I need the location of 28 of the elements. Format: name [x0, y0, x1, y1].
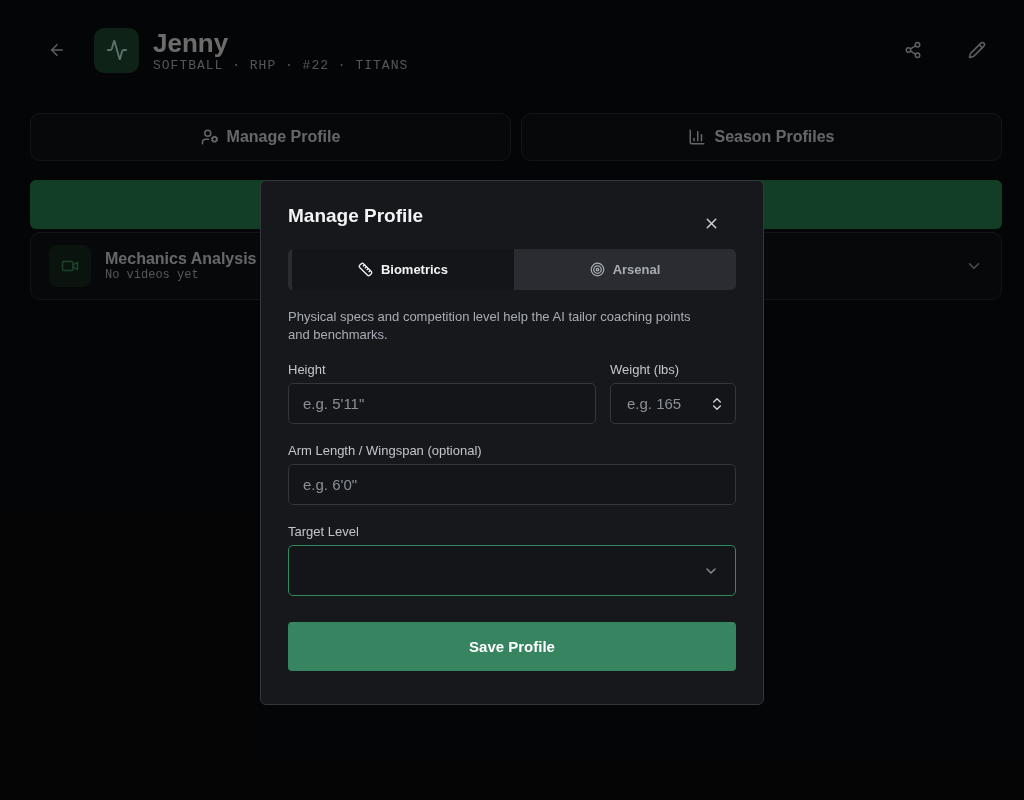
card-title: Mechanics Analysis [105, 250, 257, 268]
field-label: Target Level [288, 524, 360, 539]
user-settings-icon [200, 128, 219, 146]
action-button[interactable]: Manage Profile [30, 113, 511, 161]
number-input[interactable]: e.g. 165 [610, 383, 736, 424]
card-subtitle: No videos yet [105, 268, 199, 282]
video-icon [49, 245, 91, 287]
tab[interactable]: Biometrics [288, 249, 514, 290]
text-input[interactable]: e.g. 5'11" [288, 383, 596, 424]
field-label: Arm Length / Wingspan (optional) [288, 443, 483, 458]
field-label: Height [288, 362, 327, 377]
ruler-icon [357, 262, 373, 277]
save-button[interactable]: Save Profile [288, 622, 736, 671]
field-label: Weight (lbs) [610, 362, 681, 377]
tab[interactable]: Arsenal [514, 249, 736, 290]
description-text: Physical specs and competition level help the AI tailor coaching points and benchmarks. [288, 308, 692, 344]
share-icon [904, 41, 922, 59]
pencil-icon [968, 41, 986, 59]
activity-icon [94, 27, 139, 73]
text-input[interactable]: e.g. 6'0" [288, 464, 736, 505]
number-value[interactable]: e.g. 165 [625, 394, 709, 413]
bar-chart-icon [688, 128, 707, 146]
target-icon [589, 262, 605, 277]
select-field[interactable] [288, 545, 736, 596]
player-meta: SOFTBALL · RHP · #22 · TITANS [153, 57, 409, 73]
player-name: Jenny [153, 27, 229, 58]
action-button[interactable]: Season Profiles [521, 113, 1002, 161]
dialog-title: Manage Profile [288, 205, 424, 227]
